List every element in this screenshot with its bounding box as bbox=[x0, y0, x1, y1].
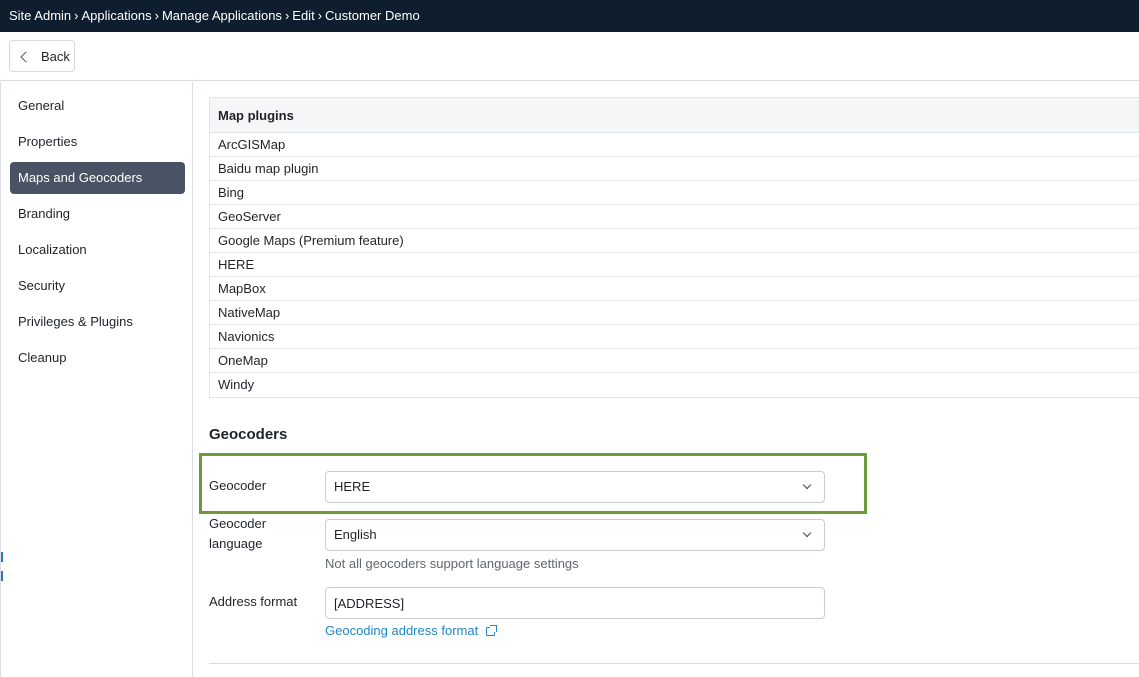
breadcrumb-separator: › bbox=[74, 8, 79, 23]
sidebar-item-general[interactable]: General bbox=[10, 90, 185, 122]
map-plugins-table: Map plugins ArcGISMap Baidu map plugin B… bbox=[209, 97, 1139, 398]
main-content: Map plugins ArcGISMap Baidu map plugin B… bbox=[193, 82, 1139, 677]
edge-marker bbox=[1, 552, 3, 562]
geocoder-select-value: HERE bbox=[334, 479, 371, 494]
breadcrumb-site-admin[interactable]: Site Admin bbox=[9, 8, 71, 23]
breadcrumb-manage-applications[interactable]: Manage Applications bbox=[162, 8, 282, 23]
sidebar-item-cleanup[interactable]: Cleanup bbox=[10, 342, 185, 374]
breadcrumb-edit[interactable]: Edit bbox=[292, 8, 314, 23]
back-button[interactable]: Back bbox=[9, 40, 75, 72]
external-link-icon bbox=[486, 625, 498, 636]
sidebar-item-security[interactable]: Security bbox=[10, 270, 185, 302]
geocoder-select[interactable]: HERE bbox=[325, 471, 825, 503]
table-row[interactable]: MapBox bbox=[210, 277, 1139, 301]
table-row[interactable]: OneMap bbox=[210, 349, 1139, 373]
toolbar: Back bbox=[0, 32, 1139, 81]
back-button-label: Back bbox=[41, 48, 70, 64]
table-row[interactable]: Google Maps (Premium feature) bbox=[210, 229, 1139, 253]
geocoding-address-format-link[interactable]: Geocoding address format bbox=[325, 623, 498, 638]
breadcrumb-applications[interactable]: Applications bbox=[82, 8, 152, 23]
breadcrumb-separator: › bbox=[284, 8, 290, 23]
sidebar-item-privileges-plugins[interactable]: Privileges & Plugins bbox=[10, 306, 185, 338]
chevron-down-icon bbox=[802, 480, 812, 490]
geocoder-language-select[interactable]: English bbox=[325, 519, 825, 551]
geocoding-address-format-link-label: Geocoding address format bbox=[325, 623, 479, 638]
address-format-label: Address format bbox=[209, 594, 298, 609]
table-row[interactable]: Navionics bbox=[210, 325, 1139, 349]
breadcrumb-current: Customer Demo bbox=[325, 8, 420, 23]
geocoder-language-hint: Not all geocoders support language setti… bbox=[325, 556, 579, 571]
edge-marker bbox=[1, 571, 3, 581]
sidebar: General Properties Maps and Geocoders Br… bbox=[0, 82, 193, 677]
table-row[interactable]: GeoServer bbox=[210, 205, 1139, 229]
table-row[interactable]: Windy bbox=[210, 373, 1139, 397]
geocoders-title: Geocoders bbox=[209, 426, 288, 443]
breadcrumb-separator: › bbox=[317, 8, 323, 23]
sidebar-item-branding[interactable]: Branding bbox=[10, 198, 185, 230]
chevron-down-icon bbox=[802, 528, 812, 538]
breadcrumb: Site Admin › Applications › Manage Applicati… bbox=[0, 0, 1139, 32]
table-row[interactable]: Baidu map plugin bbox=[210, 157, 1139, 181]
table-row[interactable]: Bing bbox=[210, 181, 1139, 205]
breadcrumb-separator: › bbox=[154, 8, 159, 23]
table-row[interactable]: ArcGISMap bbox=[210, 133, 1139, 157]
address-format-input[interactable] bbox=[325, 587, 825, 619]
sidebar-item-maps-and-geocoders[interactable]: Maps and Geocoders bbox=[10, 162, 185, 194]
map-plugins-header: Map plugins bbox=[210, 98, 1139, 133]
geocoder-language-label: Geocoder language bbox=[209, 514, 266, 554]
chevron-left-icon bbox=[20, 50, 32, 63]
sidebar-item-localization[interactable]: Localization bbox=[10, 234, 185, 266]
table-row[interactable]: HERE bbox=[210, 253, 1139, 277]
geocoder-label: Geocoder bbox=[209, 478, 267, 493]
sidebar-item-properties[interactable]: Properties bbox=[10, 126, 185, 158]
section-divider bbox=[209, 663, 1139, 664]
geocoder-language-value: English bbox=[334, 527, 377, 542]
table-row[interactable]: NativeMap bbox=[210, 301, 1139, 325]
geocoder-language-label-line1: Geocoder bbox=[209, 516, 267, 531]
geocoder-language-label-line2: language bbox=[209, 536, 263, 551]
